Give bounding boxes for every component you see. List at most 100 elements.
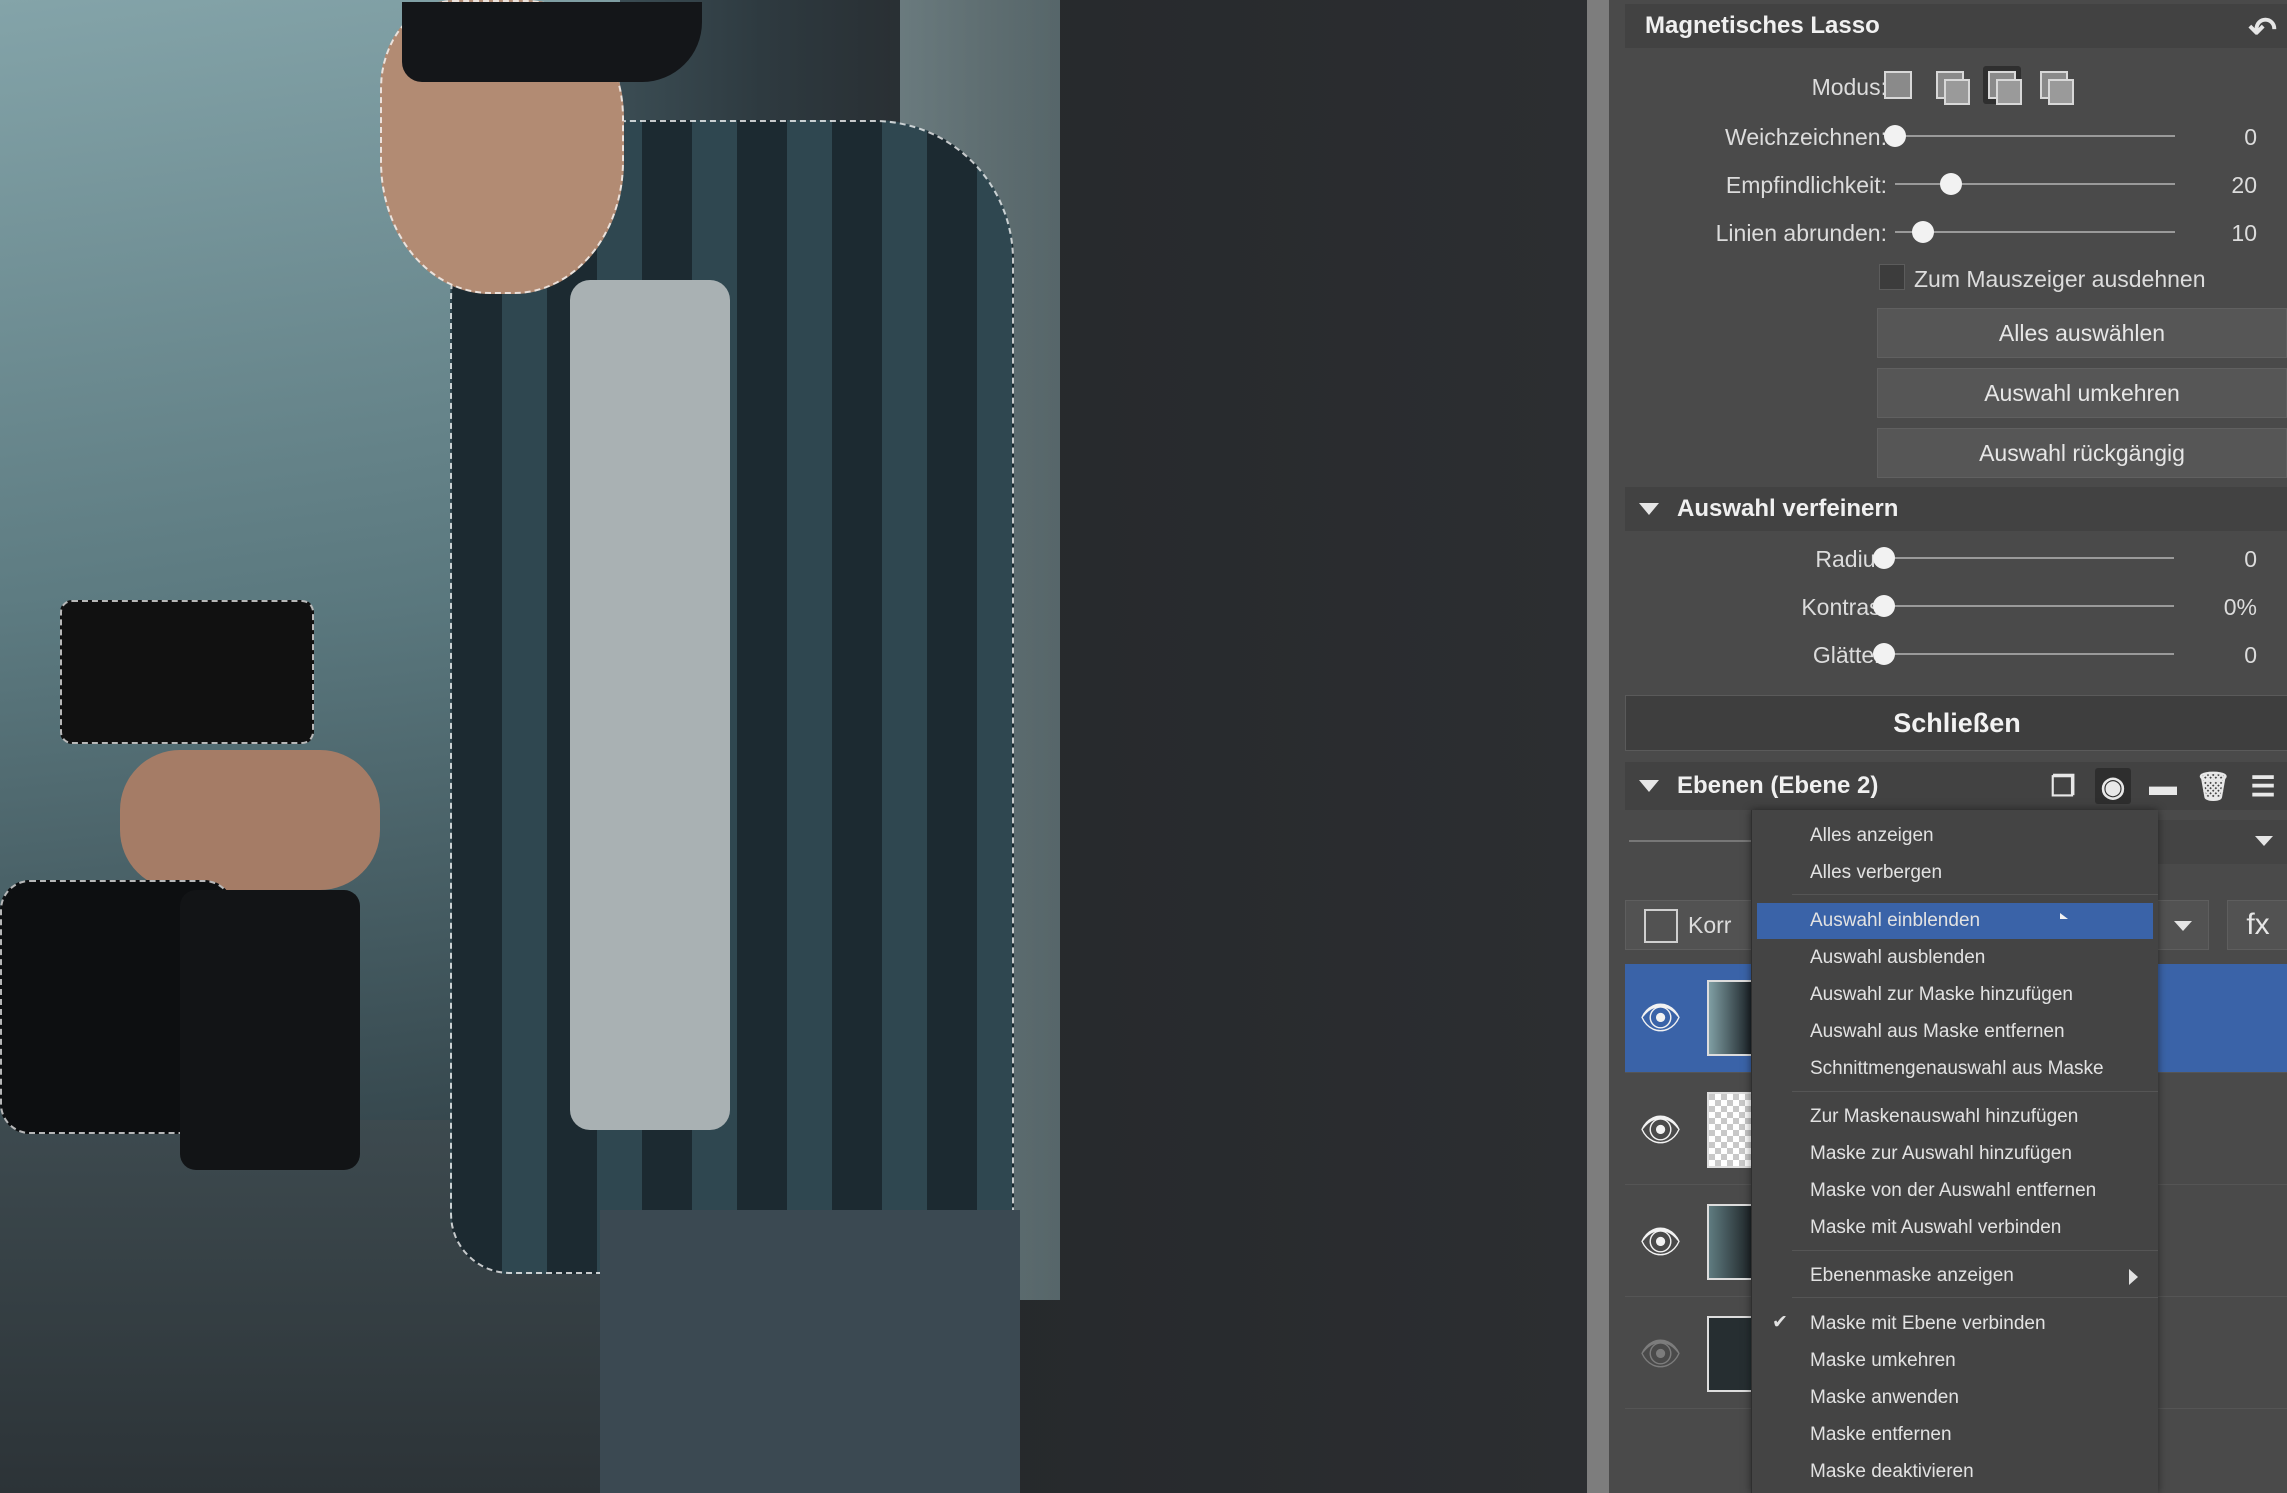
submenu-arrow-icon xyxy=(2129,1269,2138,1285)
checkmark-icon: ✔ xyxy=(1772,1312,1788,1333)
menu-item-label: Maske umkehren xyxy=(1810,1350,1956,1371)
menu-item-label: Maske mit Auswahl verbinden xyxy=(1810,1217,2062,1238)
menu-item[interactable]: Maske deaktivieren xyxy=(1752,1454,2158,1490)
duplicate-layer-icon[interactable]: ❐ xyxy=(2045,768,2081,804)
lasso-slider[interactable] xyxy=(1884,125,2175,147)
menu-item-label: Maske von der Auswahl entfernen xyxy=(1810,1180,2097,1201)
menu-item[interactable]: Zur Maskenauswahl hinzufügen xyxy=(1752,1099,2158,1135)
lasso-value: 20 xyxy=(2231,172,2257,198)
eye-icon[interactable]: 👁 xyxy=(1639,1222,1682,1262)
lasso-slider[interactable] xyxy=(1895,173,2175,195)
subtract-selection-icon[interactable] xyxy=(1983,66,2022,105)
camera-rig xyxy=(0,560,380,1170)
select-all-button[interactable]: Alles auswählen xyxy=(1877,308,2287,358)
layers-header[interactable]: Ebenen (Ebene 2) ❐ ◉ ▬ 🗑 ☰ xyxy=(1625,762,2287,810)
slider-knob[interactable] xyxy=(1884,125,1906,147)
slider-knob[interactable] xyxy=(1940,173,1962,195)
layer-thumbnail[interactable] xyxy=(1707,1092,1753,1168)
mask-icon[interactable]: ◉ xyxy=(2095,768,2131,804)
menu-item-label: Alles verbergen xyxy=(1810,862,1943,883)
image-canvas[interactable] xyxy=(0,0,1587,1493)
menu-item[interactable]: Ebenenmaske anzeigen xyxy=(1752,1258,2158,1294)
menu-item-label: Maske anwenden xyxy=(1810,1387,1959,1408)
invert-selection-button[interactable]: Auswahl umkehren xyxy=(1877,368,2287,418)
adjustment-label: Korr xyxy=(1688,912,1732,938)
fx-button[interactable]: fx xyxy=(2227,900,2287,950)
menu-item[interactable]: Maske umkehren xyxy=(1752,1343,2158,1379)
cap xyxy=(402,2,702,82)
refine-slider[interactable] xyxy=(1873,547,2174,569)
jeans xyxy=(600,1210,1020,1493)
menu-item[interactable]: Maske zur Auswahl hinzufügen xyxy=(1752,1136,2158,1172)
menu-item[interactable]: ✔ Maske mit Ebene verbinden xyxy=(1752,1306,2158,1342)
menu-item[interactable]: Maske mit Auswahl verbinden xyxy=(1752,1210,2158,1246)
intersect-selection-icon-glyph xyxy=(2040,71,2074,105)
menu-icon[interactable]: ☰ xyxy=(2245,768,2281,804)
refine-value: 0% xyxy=(2223,594,2257,620)
mode-row: Modus: xyxy=(1609,66,2287,106)
menu-item[interactable]: Auswahl zur Maske hinzufügen xyxy=(1752,977,2158,1013)
slider-knob[interactable] xyxy=(1873,547,1895,569)
undo-selection-button[interactable]: Auswahl rückgängig xyxy=(1877,428,2287,478)
eye-icon[interactable]: 👁 xyxy=(1639,998,1682,1038)
menu-item-label: Auswahl aus Maske entfernen xyxy=(1810,1021,2065,1042)
mouse-cursor-icon xyxy=(2060,913,2068,919)
lasso-header: Magnetisches Lasso ↶ xyxy=(1625,4,2287,50)
menu-item[interactable]: Auswahl aus Maske entfernen xyxy=(1752,1014,2158,1050)
menu-item[interactable]: Alles anzeigen xyxy=(1752,818,2158,854)
lasso-slider[interactable] xyxy=(1895,221,2175,243)
refine-title: Auswahl verfeinern xyxy=(1677,495,1899,522)
menu-item-label: Alles anzeigen xyxy=(1810,825,1934,846)
trash-icon[interactable]: 🗑 xyxy=(2195,768,2231,804)
menu-item[interactable]: Maske entfernen xyxy=(1752,1417,2158,1453)
menu-item[interactable]: Maske anwenden xyxy=(1752,1380,2158,1416)
menu-item[interactable]: Schnittmengenauswahl aus Maske xyxy=(1752,1051,2158,1087)
refine-slider[interactable] xyxy=(1873,643,2174,665)
refine-header[interactable]: Auswahl verfeinern xyxy=(1625,487,2287,531)
layer-thumbnail[interactable] xyxy=(1707,1204,1753,1280)
menu-item-label: Auswahl einblenden xyxy=(1810,910,1981,931)
hand xyxy=(120,750,380,890)
menu-item-label: Maske deaktivieren xyxy=(1810,1461,1974,1482)
extend-checkbox-label: Zum Mauszeiger ausdehnen xyxy=(1914,266,2206,292)
slider-knob[interactable] xyxy=(1912,221,1934,243)
slider-knob[interactable] xyxy=(1873,595,1895,617)
close-button[interactable]: Schließen xyxy=(1625,695,2287,751)
collapse-triangle-icon xyxy=(1639,780,1659,792)
layers-title: Ebenen (Ebene 2) xyxy=(1677,772,1879,799)
layer-thumbnail[interactable] xyxy=(1707,1316,1753,1392)
menu-item[interactable]: Auswahl einblenden xyxy=(1757,903,2153,939)
extend-checkbox[interactable] xyxy=(1879,264,1905,290)
menu-item[interactable]: Auswahl ausblenden xyxy=(1752,940,2158,976)
undo-icon[interactable]: ↶ xyxy=(2249,10,2278,50)
lasso-row-1: Empfindlichkeit: 20 xyxy=(1609,164,2287,204)
head xyxy=(380,0,702,294)
lasso-value: 10 xyxy=(2231,220,2257,246)
menu-item[interactable]: Alles verbergen xyxy=(1752,855,2158,891)
new-selection-icon-glyph xyxy=(1884,71,1912,99)
new-selection-icon[interactable] xyxy=(1879,66,1917,104)
refine-slider[interactable] xyxy=(1873,595,2174,617)
layer-thumbnail[interactable] xyxy=(1707,980,1753,1056)
collapse-triangle-icon xyxy=(1639,503,1659,515)
menu-separator xyxy=(1792,1250,2158,1251)
adjustment-dropdown[interactable] xyxy=(2157,900,2209,950)
refine-row-1: Kontrast 0% xyxy=(1609,586,2287,626)
intersect-selection-icon[interactable] xyxy=(2035,66,2074,105)
slider-knob[interactable] xyxy=(1873,643,1895,665)
lasso-label: Empfindlichkeit: xyxy=(1725,172,1887,198)
eye-icon[interactable]: 👁 xyxy=(1639,1110,1682,1150)
chevron-down-icon xyxy=(2174,921,2192,931)
eye-icon[interactable]: 👁 xyxy=(1639,1334,1682,1374)
panel-divider[interactable] xyxy=(1587,0,1609,1493)
layer-mask-context-menu: Alles anzeigen Alles verbergen Auswahl ein… xyxy=(1751,810,2158,1493)
plaid-shirt xyxy=(450,120,1014,1274)
menu-item[interactable]: Maske von der Auswahl entfernen xyxy=(1752,1173,2158,1209)
lasso-label: Linien abrunden: xyxy=(1715,220,1887,246)
refine-value: 0 xyxy=(2244,642,2257,668)
camera-body xyxy=(180,890,360,1170)
add-selection-icon[interactable] xyxy=(1931,66,1970,105)
folder-icon[interactable]: ▬ xyxy=(2145,768,2181,804)
blend-mode-dropdown[interactable] xyxy=(2157,820,2287,864)
refine-row-0: Radius 0 xyxy=(1609,538,2287,578)
